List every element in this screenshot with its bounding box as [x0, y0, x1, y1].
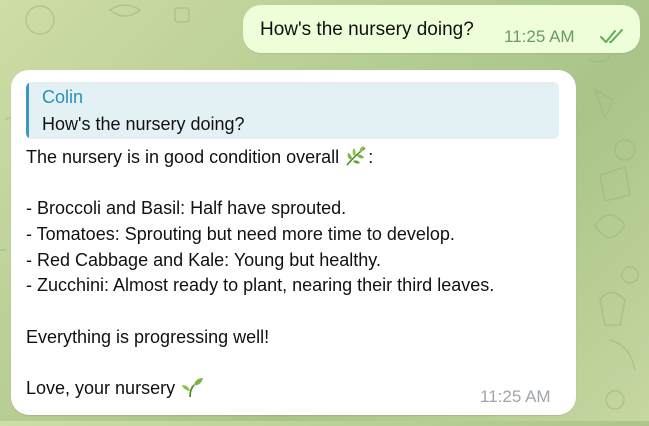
reply-quoted-text: How's the nursery doing? — [42, 114, 245, 134]
incoming-message-time: 11:25 AM — [480, 387, 551, 406]
double-check-icon — [599, 29, 625, 45]
message-body: The nursery is in good condition overall… — [26, 145, 566, 402]
message-line-blank — [26, 299, 566, 325]
message-line-blank — [26, 351, 566, 377]
message-line: - Broccoli and Basil: Half have sprouted… — [26, 198, 347, 219]
reply-accent-bar — [26, 82, 29, 139]
message-line: - Red Cabbage and Kale: Young but health… — [26, 249, 381, 270]
message-line-blank — [26, 171, 566, 197]
outgoing-message-time: 11:25 AM — [504, 27, 575, 46]
reply-quote[interactable]: Colin How's the nursery doing? — [26, 82, 559, 139]
message-line-text: The nursery is in good condition overall — [26, 147, 340, 167]
message-line: The nursery is in good condition overall… — [26, 145, 566, 171]
message-line: - Tomatoes: Sprouting but need more time… — [26, 224, 455, 245]
herb-icon — [344, 145, 368, 167]
outgoing-message-bubble[interactable]: How's the nursery doing? 11:25 AM — [243, 5, 640, 53]
seedling-icon — [180, 376, 204, 398]
message-line-text: Love, your nursery — [26, 378, 176, 399]
outgoing-message-text: How's the nursery doing? — [260, 19, 474, 40]
reply-author: Colin — [42, 87, 84, 107]
message-line: Everything is progressing well! — [26, 326, 270, 347]
message-line: - Zucchini: Almost ready to plant, neari… — [26, 275, 495, 296]
message-line-suffix: : — [368, 147, 374, 167]
incoming-message-bubble[interactable]: Colin How's the nursery doing? The nurse… — [11, 70, 576, 415]
